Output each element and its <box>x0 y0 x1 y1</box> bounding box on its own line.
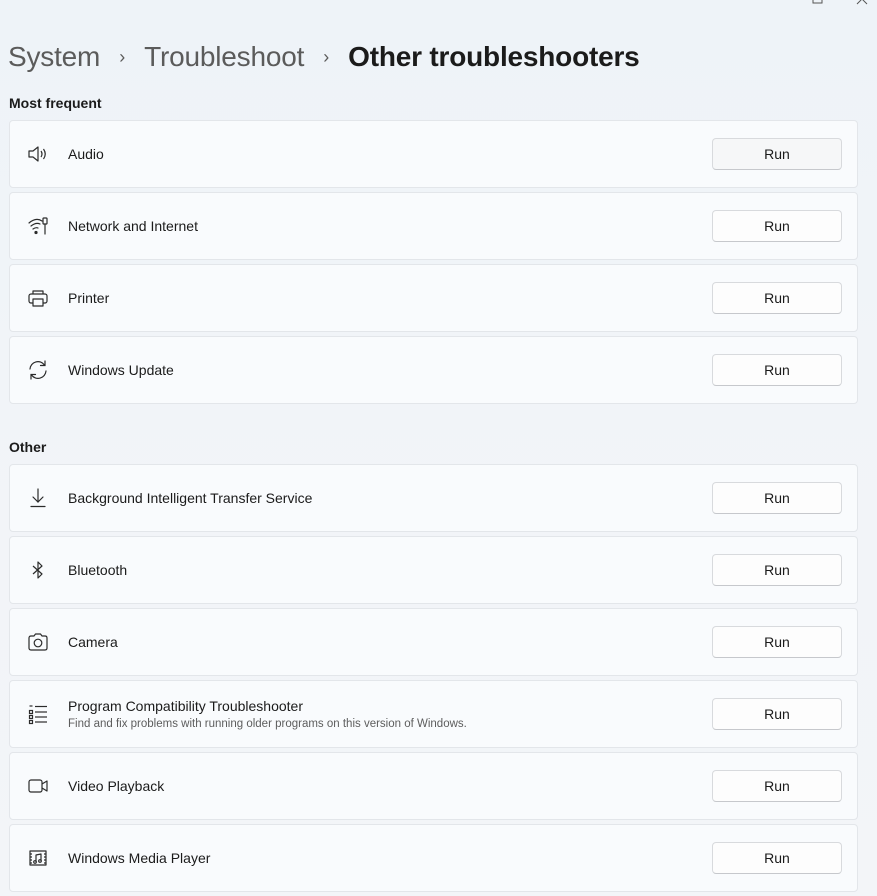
troubleshooter-printer: Printer Run <box>9 264 858 332</box>
download-icon <box>27 487 49 509</box>
bluetooth-icon <box>27 559 49 581</box>
troubleshooter-bits: Background Intelligent Transfer Service … <box>9 464 858 532</box>
other-list: Background Intelligent Transfer Service … <box>9 464 858 896</box>
restore-icon[interactable] <box>811 0 825 6</box>
troubleshooter-title: Printer <box>68 290 110 306</box>
run-audio-button[interactable]: Run <box>712 138 842 170</box>
breadcrumb-troubleshoot[interactable]: Troubleshoot <box>144 41 304 73</box>
troubleshooter-windows-media-player: Windows Media Player Run <box>9 824 858 892</box>
troubleshooter-audio: Audio Run <box>9 120 858 188</box>
troubleshooter-title: Audio <box>68 146 104 162</box>
section-title-other: Other <box>9 439 47 455</box>
troubleshooter-network: Network and Internet Run <box>9 192 858 260</box>
sync-icon <box>27 359 49 381</box>
chevron-right-icon: › <box>119 46 126 67</box>
list-icon <box>27 703 49 725</box>
troubleshooter-program-compatibility: Program Compatibility Troubleshooter Fin… <box>9 680 858 748</box>
chevron-right-icon: › <box>323 46 330 67</box>
troubleshooter-title: Background Intelligent Transfer Service <box>68 490 313 506</box>
troubleshooter-bluetooth: Bluetooth Run <box>9 536 858 604</box>
camera-icon <box>27 631 49 653</box>
run-windows-update-button[interactable]: Run <box>712 354 842 386</box>
troubleshooter-video-playback: Video Playback Run <box>9 752 858 820</box>
troubleshooter-title: Video Playback <box>68 778 165 794</box>
troubleshooter-title: Camera <box>68 634 118 650</box>
run-network-button[interactable]: Run <box>712 210 842 242</box>
window-controls <box>811 0 869 6</box>
troubleshooter-title: Network and Internet <box>68 218 198 234</box>
troubleshooter-title: Program Compatibility Troubleshooter <box>68 698 303 714</box>
troubleshooter-title: Bluetooth <box>68 562 128 578</box>
media-player-icon <box>27 847 49 869</box>
run-windows-media-player-button[interactable]: Run <box>712 842 842 874</box>
close-icon[interactable] <box>855 0 869 6</box>
page-title: Other troubleshooters <box>348 41 640 72</box>
run-printer-button[interactable]: Run <box>712 282 842 314</box>
run-bluetooth-button[interactable]: Run <box>712 554 842 586</box>
troubleshooter-windows-update: Windows Update Run <box>9 336 858 404</box>
speaker-icon <box>27 143 49 165</box>
breadcrumb: System › Troubleshoot › Other troublesho… <box>8 38 640 76</box>
run-program-compatibility-button[interactable]: Run <box>712 698 842 730</box>
most-frequent-list: Audio Run Network and Internet Run Print… <box>9 120 858 408</box>
video-icon <box>27 775 49 797</box>
troubleshooter-title: Windows Update <box>68 362 174 378</box>
section-title-most-frequent: Most frequent <box>9 95 102 111</box>
run-camera-button[interactable]: Run <box>712 626 842 658</box>
printer-icon <box>27 287 49 309</box>
troubleshooter-camera: Camera Run <box>9 608 858 676</box>
troubleshooter-title: Windows Media Player <box>68 850 211 866</box>
run-bits-button[interactable]: Run <box>712 482 842 514</box>
troubleshooter-description: Find and fix problems with running older… <box>68 718 467 730</box>
network-icon <box>27 215 49 237</box>
breadcrumb-system[interactable]: System <box>8 41 100 73</box>
run-video-playback-button[interactable]: Run <box>712 770 842 802</box>
